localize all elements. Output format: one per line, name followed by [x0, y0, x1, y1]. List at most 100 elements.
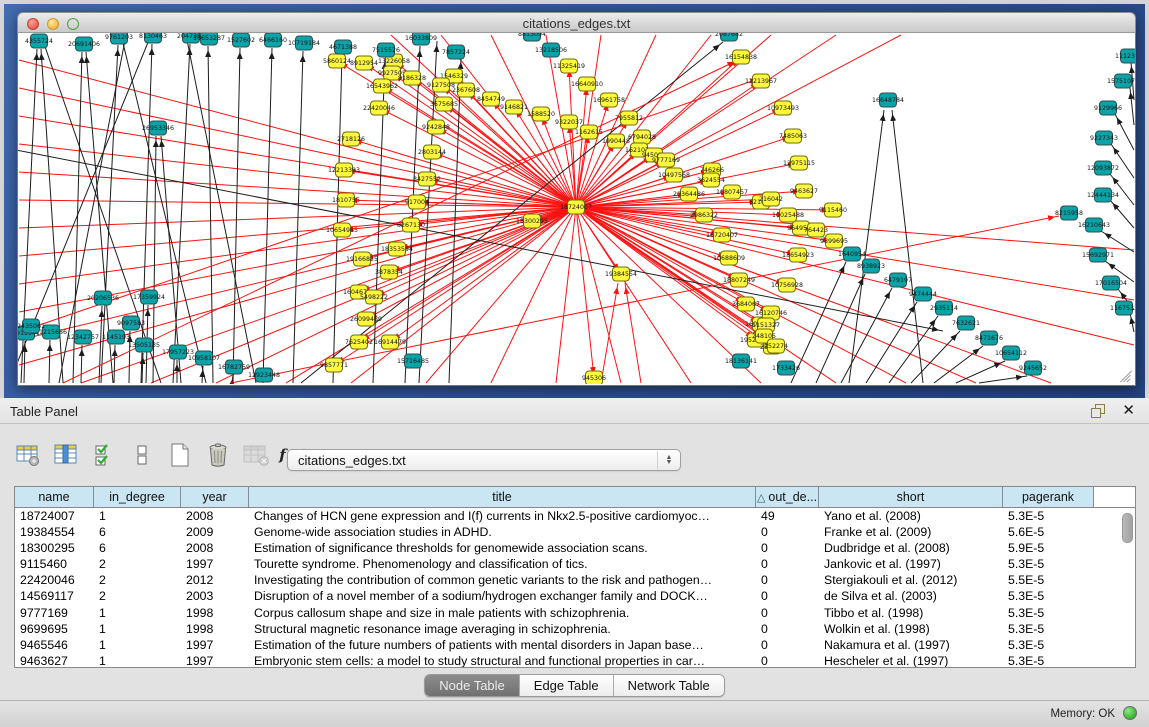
graph-edge[interactable]: [49, 340, 50, 383]
graph-node-label: 19384554: [605, 271, 637, 278]
graph-edge[interactable]: [186, 35, 256, 383]
column-chooser-icon[interactable]: [52, 441, 80, 469]
column-header-name[interactable]: name: [15, 487, 94, 507]
graph-edge[interactable]: [263, 48, 272, 383]
cell-out_degree: 49: [756, 508, 819, 524]
graph-edge[interactable]: [114, 345, 115, 383]
column-header-pagerank[interactable]: pagerank: [1003, 487, 1094, 507]
table-row[interactable]: 1938455462009Genome-wide association stu…: [15, 524, 1135, 540]
graph-edge[interactable]: [173, 44, 190, 383]
graph-edge[interactable]: [405, 46, 420, 383]
table-row[interactable]: 1456911722003Disruption of a novel membe…: [15, 588, 1135, 604]
graph-edge[interactable]: [351, 139, 576, 207]
graph-node-label: 8938923: [857, 263, 885, 270]
delete-icon[interactable]: [204, 441, 232, 469]
table-body: 1872400712008Changes of HCN gene express…: [15, 508, 1135, 668]
graph-edge[interactable]: [379, 108, 576, 207]
graph-edge[interactable]: [866, 302, 917, 383]
graph-edge[interactable]: [19, 200, 576, 207]
graph-node-label: 1527602: [227, 37, 255, 44]
graph-edge[interactable]: [333, 55, 342, 383]
graph-edge[interactable]: [1110, 174, 1134, 205]
graph-edge[interactable]: [1130, 313, 1134, 332]
graph-edge[interactable]: [816, 274, 865, 383]
graph-edge[interactable]: [216, 207, 576, 383]
graph-node-label: 26099489: [350, 316, 382, 323]
table-row[interactable]: 2242004622012Investigating the contribut…: [15, 572, 1135, 588]
graph-node-label: 16210643: [1078, 222, 1110, 229]
table-selector-dropdown[interactable]: citations_edges.txt ▲▼: [287, 449, 681, 471]
graph-edge[interactable]: [625, 283, 641, 383]
column-header-in_degree[interactable]: in_degree: [94, 487, 181, 507]
delete-table-icon[interactable]: [242, 441, 270, 469]
graph-edge[interactable]: [1115, 114, 1134, 150]
graph-edge[interactable]: [24, 341, 25, 383]
graph-edge[interactable]: [979, 376, 1027, 383]
graph-node-label: 5860124: [323, 58, 351, 65]
table-row[interactable]: 1830029562008Estimation of significance …: [15, 540, 1135, 556]
graph-edge[interactable]: [934, 346, 983, 383]
graph-node-label: 16543962: [366, 83, 398, 90]
tab-node-table[interactable]: Node Table: [425, 675, 520, 696]
graph-node-label: 9474444: [909, 291, 937, 298]
column-header-year[interactable]: year: [181, 487, 249, 507]
cell-pagerank: 5.3E-5: [1003, 588, 1094, 604]
window-resize-grip[interactable]: [1119, 369, 1133, 383]
graph-edge[interactable]: [141, 44, 152, 383]
scrollbar-thumb[interactable]: [1122, 513, 1133, 543]
graph-node-label: 8427552: [413, 176, 441, 183]
cell-pagerank: 5.3E-5: [1003, 508, 1094, 524]
cell-year: 2009: [181, 524, 249, 540]
column-header-short[interactable]: short: [819, 487, 1003, 507]
graph-edge[interactable]: [576, 207, 594, 378]
graph-node-label: 16782759: [218, 364, 250, 371]
graph-node-label: 15751074: [1107, 78, 1135, 85]
table-scrollbar[interactable]: [1121, 511, 1133, 665]
graph-edge[interactable]: [1110, 200, 1134, 228]
new-document-icon[interactable]: [166, 441, 194, 469]
close-panel-icon[interactable]: ✕: [1122, 401, 1135, 419]
graph-node-label: 9463627: [790, 188, 818, 195]
graph-node-label: 12342757: [67, 334, 99, 341]
graph-node-label: 9146821: [500, 104, 528, 111]
graph-node-label: 9245652: [1019, 365, 1047, 372]
graph-edge[interactable]: [233, 48, 240, 383]
graph-node-label: 7955812: [615, 115, 643, 122]
select-all-icon[interactable]: [90, 441, 118, 469]
graph-node-label: 5498222: [360, 294, 388, 301]
table-settings-icon[interactable]: [14, 441, 42, 469]
cell-short: Yano et al. (2008): [819, 508, 1003, 524]
column-header-title[interactable]: title: [249, 487, 756, 507]
table-row[interactable]: 946554611997Estimation of the future num…: [15, 637, 1135, 653]
unselect-all-icon[interactable]: [128, 441, 156, 469]
graph-edge[interactable]: [601, 283, 618, 383]
table-row[interactable]: 1872400712008Changes of HCN gene express…: [15, 508, 1135, 524]
graph-edge[interactable]: [1111, 144, 1134, 178]
network-window-titlebar[interactable]: citations_edges.txt: [17, 12, 1136, 33]
column-header-out_degree[interactable]: △out_de...: [756, 487, 819, 507]
graph-node-label: 12444134: [1087, 192, 1119, 199]
cell-short: Hescheler et al. (1997): [819, 653, 1003, 668]
cell-in_degree: 6: [94, 540, 181, 556]
graph-edge[interactable]: [841, 288, 892, 383]
table-row[interactable]: 969969511998Structural magnetic resonanc…: [15, 621, 1135, 637]
table-header-row: namein_degreeyeartitle△out_de...shortpag…: [15, 487, 1135, 508]
table-row[interactable]: 977716911998Corpus callosum shape and si…: [15, 605, 1135, 621]
graph-edge[interactable]: [208, 46, 213, 383]
table-row[interactable]: 911546021997Tourette syndrome. Phenomeno…: [15, 556, 1135, 572]
table-row[interactable]: 946362711997Embryonic stem cells: a mode…: [15, 653, 1135, 668]
tab-network-table[interactable]: Network Table: [614, 675, 724, 696]
graph-node-label: 16648784: [872, 97, 904, 104]
graph-edge[interactable]: [121, 35, 206, 383]
graph-node-label: 2087682: [715, 33, 743, 38]
graph-edge[interactable]: [19, 60, 576, 207]
graph-node-label: 8130463: [139, 33, 167, 40]
graph-edge[interactable]: [956, 361, 1005, 383]
graph-edge[interactable]: [556, 207, 576, 383]
graph-edge[interactable]: [81, 345, 82, 383]
citation-network-graph[interactable]: 1872400718300295193845545860124891295413…: [18, 33, 1135, 384]
tab-edge-table[interactable]: Edge Table: [520, 675, 614, 696]
graph-node-label: 3624554: [697, 177, 725, 184]
float-panel-icon[interactable]: [1091, 404, 1105, 417]
network-canvas[interactable]: 1872400718300295193845545860124891295413…: [17, 33, 1136, 386]
